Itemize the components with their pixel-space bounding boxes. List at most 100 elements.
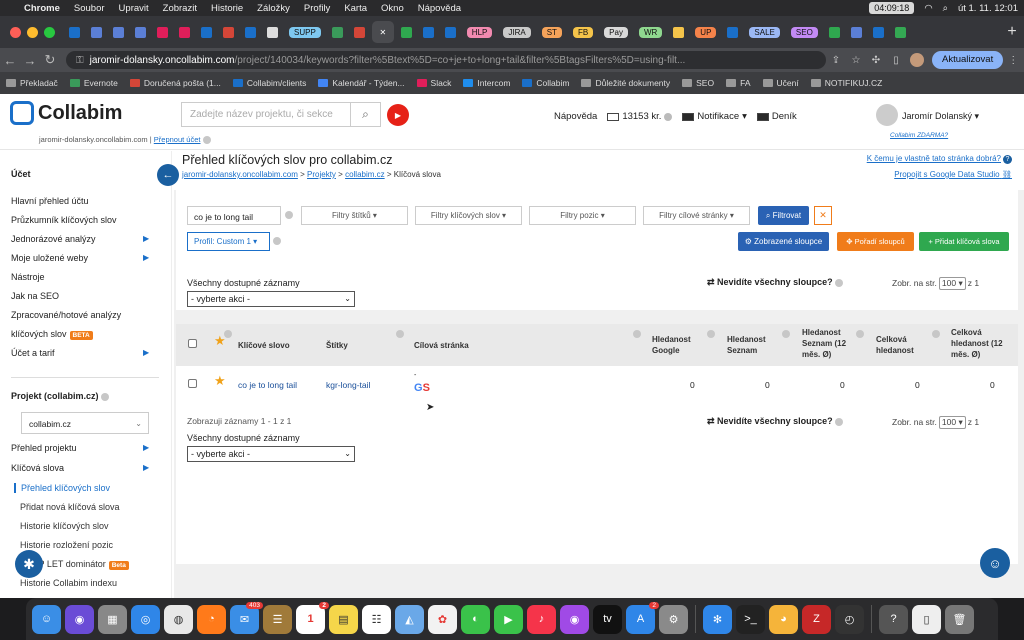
profile-avatar[interactable] xyxy=(910,53,924,67)
intercom-chat-icon[interactable]: ☺ xyxy=(980,548,1010,578)
sidebar-sub-keyword-overview[interactable]: Přehled klíčových slov xyxy=(14,483,110,493)
sidebar-item-seo-howto[interactable]: Jak na SEO xyxy=(11,291,59,301)
facetime-icon[interactable]: ▶ xyxy=(494,604,523,634)
document-icon[interactable]: ▯ xyxy=(912,604,941,634)
tab-st[interactable]: ST xyxy=(538,21,566,43)
switch-account-link[interactable]: Přepnout účet xyxy=(154,135,201,144)
tab-sale[interactable]: SALE xyxy=(745,21,783,43)
screenshot-icon[interactable]: ◴ xyxy=(835,604,864,634)
reset-filter-button[interactable]: ✕ xyxy=(814,206,832,225)
chevron-right-icon[interactable]: ▶ xyxy=(143,253,149,262)
tab-favicon[interactable] xyxy=(87,21,106,43)
menu-karta[interactable]: Karta xyxy=(344,3,367,14)
chrome-icon[interactable]: ◍ xyxy=(164,604,193,634)
breadcrumb-projects[interactable]: Projekty xyxy=(307,170,336,179)
zoom-window-button[interactable] xyxy=(44,26,55,38)
notes-icon[interactable]: ▤ xyxy=(329,604,358,634)
sidebar-item-keyword-analyses[interactable]: klíčových slov BETA xyxy=(11,329,93,340)
new-tab-button[interactable]: + xyxy=(1000,23,1024,41)
extensions-icon[interactable]: ✣ xyxy=(866,55,886,66)
diary-link[interactable]: Deník xyxy=(756,111,797,122)
wifi-icon[interactable]: ◠ xyxy=(924,3,932,14)
tab-favicon[interactable] xyxy=(669,21,688,43)
tab-favicon[interactable] xyxy=(175,21,194,43)
tv-icon[interactable]: tv xyxy=(593,604,622,634)
tab-favicon[interactable] xyxy=(109,21,128,43)
bookmark-item[interactable]: Důležité dokumenty xyxy=(581,78,670,88)
siri-icon[interactable]: ◉ xyxy=(65,604,94,634)
target-filter-dropdown[interactable]: Filtry cílové stránky ▾ xyxy=(643,206,750,225)
col-sv-total[interactable]: Celková hledanost xyxy=(876,334,926,356)
url-input[interactable]: ⚿ jaromir-dolansky.oncollabim.com/projec… xyxy=(66,51,826,69)
star-icon[interactable]: ★ xyxy=(214,373,226,389)
info-icon[interactable] xyxy=(101,392,110,401)
tab-hlp[interactable]: HLP xyxy=(463,21,497,43)
menu-okno[interactable]: Okno xyxy=(381,3,404,14)
bookmark-item[interactable]: Collabim xyxy=(522,78,569,88)
tab-up[interactable]: UP xyxy=(691,21,720,43)
tab-favicon[interactable] xyxy=(219,21,238,43)
chevron-right-icon[interactable]: ▶ xyxy=(143,234,149,243)
maps-icon[interactable]: ◭ xyxy=(395,604,424,634)
sidebar-item-account-plan[interactable]: Účet a tarif xyxy=(11,348,55,358)
update-button[interactable]: Aktualizovat xyxy=(932,51,1004,69)
mail-icon[interactable]: ✉ 403 xyxy=(230,601,263,634)
filezilla-icon[interactable]: Z xyxy=(802,604,831,634)
close-window-button[interactable] xyxy=(10,26,21,38)
tab-favicon[interactable] xyxy=(197,21,216,43)
chevron-right-icon[interactable]: ▶ xyxy=(143,348,149,357)
keyword-link[interactable]: co je to long tail xyxy=(238,380,297,390)
info-icon[interactable] xyxy=(664,112,673,121)
tab-favicon[interactable] xyxy=(65,21,84,43)
keyword-filter-input[interactable]: co je to long tail xyxy=(187,206,281,225)
tab-favicon[interactable] xyxy=(891,21,910,43)
search-button[interactable]: ⌕ xyxy=(350,103,380,126)
info-icon[interactable] xyxy=(285,211,293,219)
finder-icon[interactable]: ☺ xyxy=(32,604,61,634)
help-icon[interactable]: ? xyxy=(879,604,908,634)
tab-favicon[interactable] xyxy=(847,21,866,43)
info-icon[interactable] xyxy=(224,330,232,338)
tab-favicon[interactable] xyxy=(263,21,282,43)
tab-favicon[interactable] xyxy=(350,21,369,43)
datetime[interactable]: út 1. 11. 12:01 xyxy=(958,3,1018,14)
reload-icon[interactable]: ↻ xyxy=(40,52,60,68)
messages-icon[interactable]: ◐ xyxy=(461,604,490,634)
shown-columns-button[interactable]: ⚙ Zobrazené sloupce xyxy=(738,232,829,251)
info-icon[interactable] xyxy=(932,330,940,338)
bookmark-item[interactable]: FA xyxy=(726,78,751,88)
sidebar-item-done-analyses[interactable]: Zpracované/hotové analýzy xyxy=(11,310,121,320)
bookmark-star-icon[interactable]: ☆ xyxy=(846,55,866,66)
sidebar-sub-keyword-history[interactable]: Historie klíčových slov xyxy=(20,521,109,531)
info-icon[interactable] xyxy=(396,330,404,338)
sidebar-item-saved-webs[interactable]: Moje uložené weby xyxy=(11,253,88,263)
project-select[interactable]: collabim.cz ⌄ xyxy=(21,412,149,434)
recording-clock[interactable]: 04:09:18 xyxy=(869,2,915,14)
chevron-right-icon[interactable]: ▶ xyxy=(143,443,149,452)
bookmark-item[interactable]: Překladač xyxy=(6,78,58,88)
music-icon[interactable]: ♪ xyxy=(527,604,556,634)
position-filter-dropdown[interactable]: Filtry pozic ▾ xyxy=(529,206,636,225)
column-order-button[interactable]: ✥ Pořadí sloupců xyxy=(837,232,914,251)
podcasts-icon[interactable]: ◉ xyxy=(560,604,589,634)
launchpad-icon[interactable]: ▦ xyxy=(98,604,127,634)
free-account-link[interactable]: Collabim ZDARMA? xyxy=(890,132,948,139)
forward-icon[interactable]: → xyxy=(20,53,40,68)
bookmark-item[interactable]: Kalendář - Týden... xyxy=(318,78,405,88)
tab-fb[interactable]: FB xyxy=(569,21,597,43)
col-target[interactable]: Cílová stránka xyxy=(414,340,469,351)
info-icon[interactable] xyxy=(202,136,211,145)
menu-zalozky[interactable]: Záložky xyxy=(257,3,290,14)
menu-dots-icon[interactable]: ⋮ xyxy=(1003,55,1023,66)
contacts-icon[interactable]: ☰ xyxy=(263,604,292,634)
terminal-icon[interactable]: >_ xyxy=(736,604,765,634)
breadcrumb-project[interactable]: collabim.cz xyxy=(345,170,385,179)
breadcrumb-root[interactable]: jaromir-dolansky.oncollabim.com xyxy=(182,170,298,179)
sidebar-item-analyses[interactable]: Jednorázové analýzy xyxy=(11,234,96,244)
back-arrow-button[interactable]: ← xyxy=(157,164,179,186)
close-tab-icon[interactable]: ✕ xyxy=(379,28,386,37)
tab-favicon[interactable] xyxy=(131,21,150,43)
bug-report-icon[interactable]: ✱ xyxy=(15,550,43,578)
bookmark-item[interactable]: Učení xyxy=(762,78,799,88)
bookmark-item[interactable]: SEO xyxy=(682,78,714,88)
